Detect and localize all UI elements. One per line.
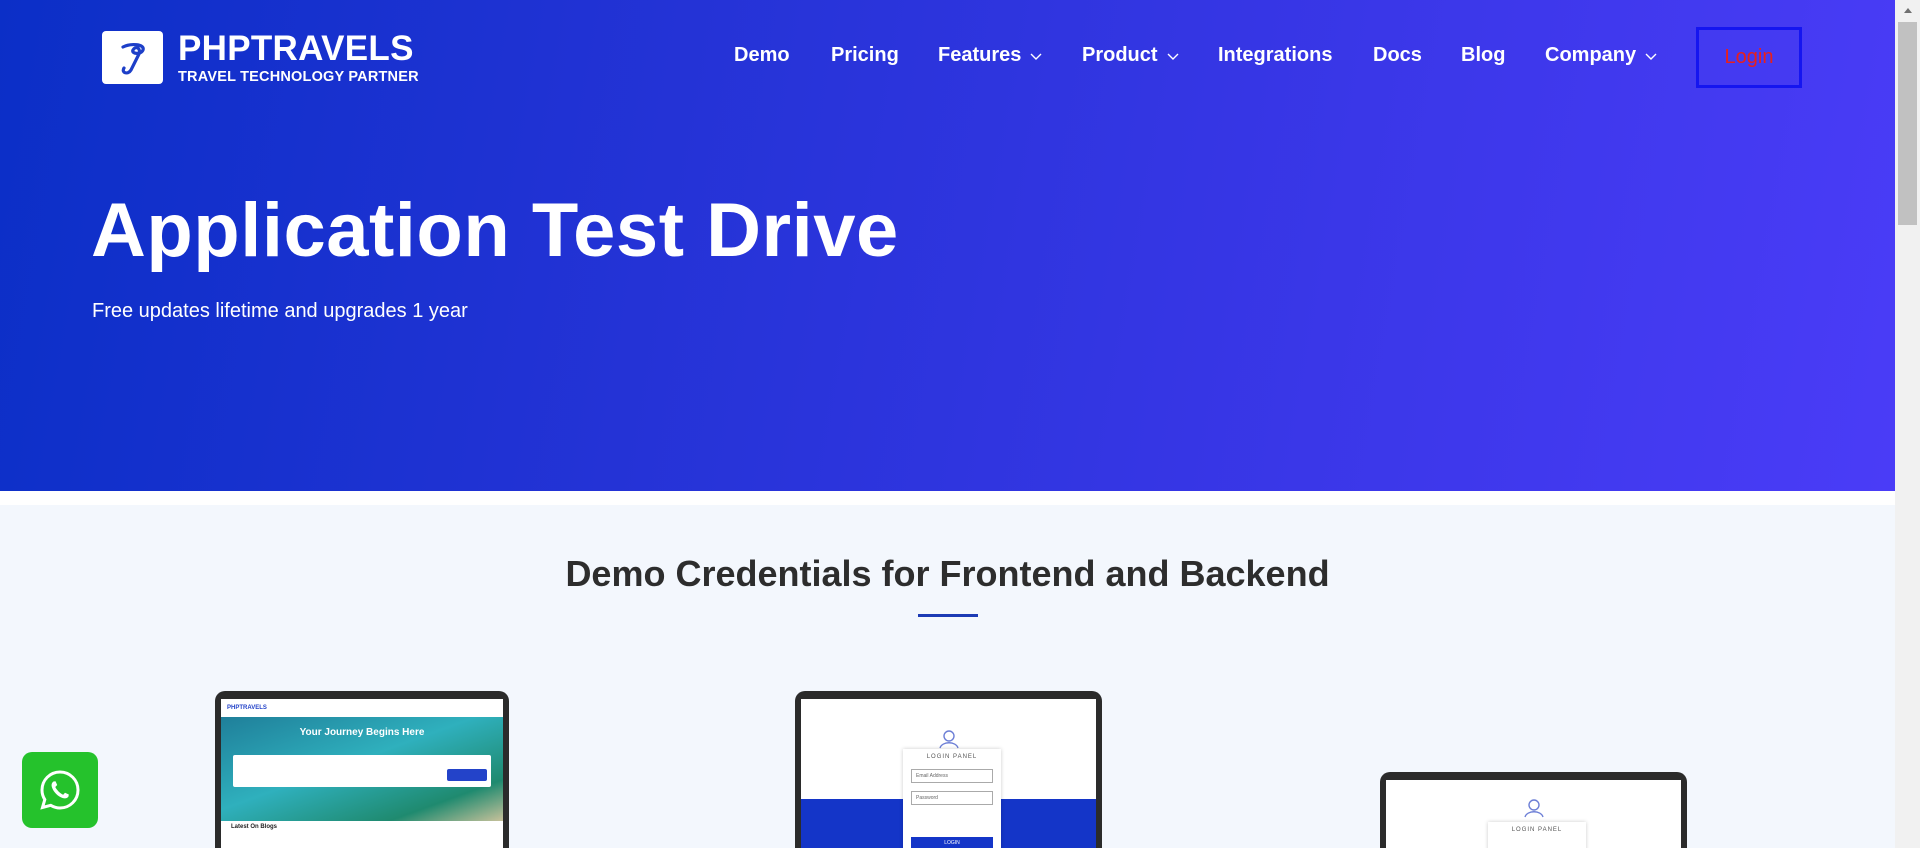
page: PHPTRAVELS TRAVEL TECHNOLOGY PARTNER Dem… xyxy=(0,0,1895,848)
nav-docs[interactable]: Docs xyxy=(1373,44,1422,67)
chevron-down-icon xyxy=(1030,53,1042,60)
whatsapp-button[interactable] xyxy=(22,752,98,828)
nav-demo[interactable]: Demo xyxy=(734,44,790,67)
preview-brand: PHPTRAVELS xyxy=(227,705,267,711)
brand-name[interactable]: PHPTRAVELS xyxy=(178,29,414,69)
admin-panel-screen: LOGIN PANEL xyxy=(1386,780,1681,848)
hero-divider xyxy=(0,491,1895,505)
nav-company[interactable]: Company xyxy=(1545,44,1658,67)
frontend-preview-screen: PHPTRAVELS Your Journey Begins Here Late… xyxy=(221,699,503,848)
preview-blog-heading: Latest On Blogs xyxy=(231,824,278,830)
scrollbar-thumb[interactable] xyxy=(1898,22,1917,225)
password-field: Password xyxy=(911,791,993,805)
nav-features-label: Features xyxy=(938,44,1022,66)
title-underline xyxy=(918,614,978,617)
logo-icon[interactable] xyxy=(102,31,163,84)
phptravels-logo-icon xyxy=(120,42,145,74)
user-icon xyxy=(1386,798,1681,823)
nav-integrations-label: Integrations xyxy=(1218,44,1333,66)
nav-integrations[interactable]: Integrations xyxy=(1218,44,1332,67)
nav-blog-label: Blog xyxy=(1461,44,1506,66)
vertical-scrollbar[interactable] xyxy=(1895,0,1920,848)
whatsapp-icon xyxy=(40,770,80,810)
chevron-down-icon xyxy=(1167,53,1179,60)
page-title: Application Test Drive xyxy=(91,188,899,273)
nav-company-label: Company xyxy=(1545,44,1637,66)
login-panel-preview[interactable]: LOGIN PANEL Email Address Password LOGIN xyxy=(795,691,1102,848)
nav-features[interactable]: Features xyxy=(938,44,1043,67)
preview-login-button: LOGIN xyxy=(911,837,993,848)
login-panel-label: LOGIN PANEL xyxy=(926,754,978,760)
hero-section: PHPTRAVELS TRAVEL TECHNOLOGY PARTNER Dem… xyxy=(0,0,1895,491)
credentials-title: Demo Credentials for Frontend and Backen… xyxy=(565,553,1330,594)
nav-pricing-label: Pricing xyxy=(831,44,899,66)
admin-login-card: LOGIN PANEL xyxy=(1488,822,1586,848)
preview-header: PHPTRAVELS xyxy=(221,699,503,717)
login-card: LOGIN PANEL Email Address Password LOGIN xyxy=(903,749,1001,848)
nav-product-label: Product xyxy=(1082,44,1158,66)
nav-pricing[interactable]: Pricing xyxy=(831,44,899,67)
nav-demo-label: Demo xyxy=(734,44,790,66)
login-button[interactable]: Login xyxy=(1696,27,1802,88)
login-panel-screen: LOGIN PANEL Email Address Password LOGIN xyxy=(801,699,1096,848)
nav-product[interactable]: Product xyxy=(1082,44,1180,67)
nav-docs-label: Docs xyxy=(1373,44,1422,66)
admin-panel-preview[interactable]: LOGIN PANEL xyxy=(1380,772,1687,848)
preview-headline: Your Journey Begins Here xyxy=(299,727,425,738)
frontend-preview[interactable]: PHPTRAVELS Your Journey Begins Here Late… xyxy=(215,691,509,848)
preview-hero: Your Journey Begins Here xyxy=(221,717,503,821)
preview-search-button xyxy=(447,769,487,781)
hero-subtitle: Free updates lifetime and upgrades 1 yea… xyxy=(92,300,468,322)
admin-panel-label: LOGIN PANEL xyxy=(1511,827,1563,833)
email-field: Email Address xyxy=(911,769,993,783)
preview-search-box xyxy=(233,755,491,787)
brand-tagline: TRAVEL TECHNOLOGY PARTNER xyxy=(178,69,419,85)
nav-blog[interactable]: Blog xyxy=(1461,44,1505,67)
chevron-down-icon xyxy=(1645,53,1657,60)
scroll-up-arrow-icon[interactable] xyxy=(1895,0,1920,20)
